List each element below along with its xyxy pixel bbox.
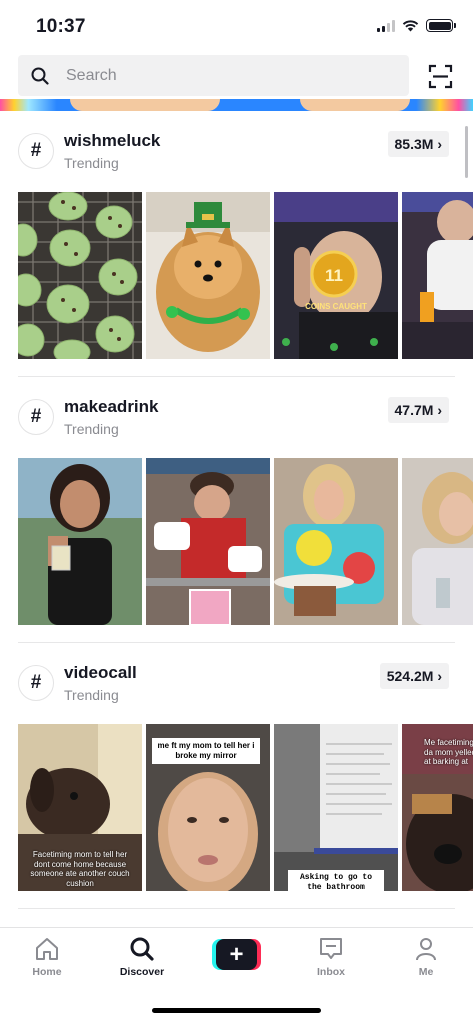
section-divider: [18, 908, 455, 909]
coin-effect-image: 11 COINS CAUGHT: [274, 192, 398, 359]
nav-inbox[interactable]: Inbox: [301, 936, 361, 978]
chevron-right-icon: ›: [433, 668, 442, 684]
laptop-image: [274, 724, 398, 891]
section-divider: [18, 642, 455, 643]
hashtag-title: videocall: [64, 663, 137, 682]
nav-discover-label: Discover: [119, 966, 165, 978]
home-icon: [36, 938, 58, 960]
wifi-icon: [402, 20, 419, 32]
video-thumbnail[interactable]: me ft my mom to tell her i broke my mirr…: [146, 724, 270, 891]
status-icons: [377, 19, 456, 32]
video-thumbnail[interactable]: [274, 458, 398, 625]
nav-discover[interactable]: Discover: [112, 936, 172, 978]
hashtag-subtitle: Trending: [64, 155, 119, 171]
home-indicator: [152, 1008, 321, 1013]
video-thumbnail[interactable]: [18, 458, 142, 625]
view-count: 85.3M: [394, 136, 434, 152]
view-count: 47.7M: [394, 402, 434, 418]
hashtag-subtitle: Trending: [64, 421, 119, 437]
hashtag-icon: #: [18, 133, 54, 169]
status-bar: 10:37: [0, 0, 473, 52]
view-count: 524.2M: [386, 668, 434, 684]
nav-me[interactable]: Me: [396, 936, 456, 978]
battery-icon: [426, 19, 456, 32]
tie-dye-image: [274, 458, 398, 625]
video-thumbnail[interactable]: Facetiming mom to tell her dont come hom…: [18, 724, 142, 891]
hashtag-title: makeadrink: [64, 397, 159, 416]
woman-drink-image: [18, 458, 142, 625]
nav-inbox-label: Inbox: [317, 966, 345, 978]
thumbnail-row: 11 COINS CAUGHT: [18, 192, 473, 359]
view-count-badge[interactable]: 524.2M ›: [379, 663, 449, 689]
inbox-icon: [320, 938, 342, 959]
video-thumbnail[interactable]: [18, 192, 142, 359]
bartender-image: [402, 192, 473, 359]
video-caption: Asking to go to the bathroom during an: [288, 870, 384, 891]
coin-count: 11: [325, 266, 343, 285]
pouring-drinks-image: [146, 458, 270, 625]
nav-me-label: Me: [418, 966, 434, 978]
video-thumbnail[interactable]: [146, 458, 270, 625]
status-time: 10:37: [36, 16, 86, 37]
search-icon: [31, 67, 49, 85]
discover-icon: [130, 937, 154, 961]
section-header[interactable]: # wishmeluck Trending 85.3M ›: [0, 120, 473, 198]
thumbnail-row: [18, 458, 473, 625]
video-thumbnail[interactable]: [402, 458, 473, 625]
coin-label: COINS CAUGHT: [305, 302, 367, 311]
section-divider: [18, 376, 455, 377]
video-thumbnail[interactable]: [402, 192, 473, 359]
view-count-badge[interactable]: 85.3M ›: [387, 131, 449, 157]
search-input[interactable]: [66, 66, 366, 85]
video-caption: Me facetiming da mom yelled at barking a…: [424, 738, 473, 767]
video-thumbnail[interactable]: Asking to go to the bathroom during an: [274, 724, 398, 891]
view-count-badge[interactable]: 47.7M ›: [387, 397, 449, 423]
video-caption: Facetiming mom to tell her dont come hom…: [30, 850, 130, 888]
hashtag-section-videocall[interactable]: # videocall Trending 524.2M › Facetiming…: [0, 652, 473, 909]
section-header[interactable]: # makeadrink Trending 47.7M ›: [0, 386, 473, 464]
hashtag-icon: #: [18, 399, 54, 435]
video-thumbnail[interactable]: [146, 192, 270, 359]
cookies-image: [18, 192, 142, 359]
nav-home-label: Home: [32, 966, 62, 978]
promo-banner[interactable]: [0, 99, 473, 111]
hashtag-title: wishmeluck: [64, 131, 161, 150]
create-button[interactable]: +: [212, 939, 261, 970]
video-thumbnail[interactable]: 11 COINS CAUGHT: [274, 192, 398, 359]
cellular-signal-icon: [377, 19, 395, 32]
video-caption: me ft my mom to tell her i broke my mirr…: [152, 738, 260, 764]
hashtag-icon: #: [18, 665, 54, 701]
dog-image: [146, 192, 270, 359]
plus-icon: +: [216, 939, 257, 970]
kitchen-girl-image: [402, 458, 473, 625]
video-thumbnail[interactable]: Me facetiming da mom yelled at barking a…: [402, 724, 473, 891]
section-header[interactable]: # videocall Trending 524.2M ›: [0, 652, 473, 730]
hashtag-subtitle: Trending: [64, 687, 119, 703]
chevron-right-icon: ›: [433, 402, 442, 418]
hashtag-section-wishmeluck[interactable]: # wishmeluck Trending 85.3M › 11 COINS C…: [0, 120, 473, 377]
thumbnail-row: Facetiming mom to tell her dont come hom…: [18, 724, 473, 891]
scan-icon[interactable]: [428, 64, 453, 89]
profile-icon: [416, 938, 436, 961]
nav-home[interactable]: Home: [17, 936, 77, 978]
search-bar[interactable]: [18, 55, 409, 96]
hashtag-section-makeadrink[interactable]: # makeadrink Trending 47.7M ›: [0, 386, 473, 643]
chevron-right-icon: ›: [433, 136, 442, 152]
